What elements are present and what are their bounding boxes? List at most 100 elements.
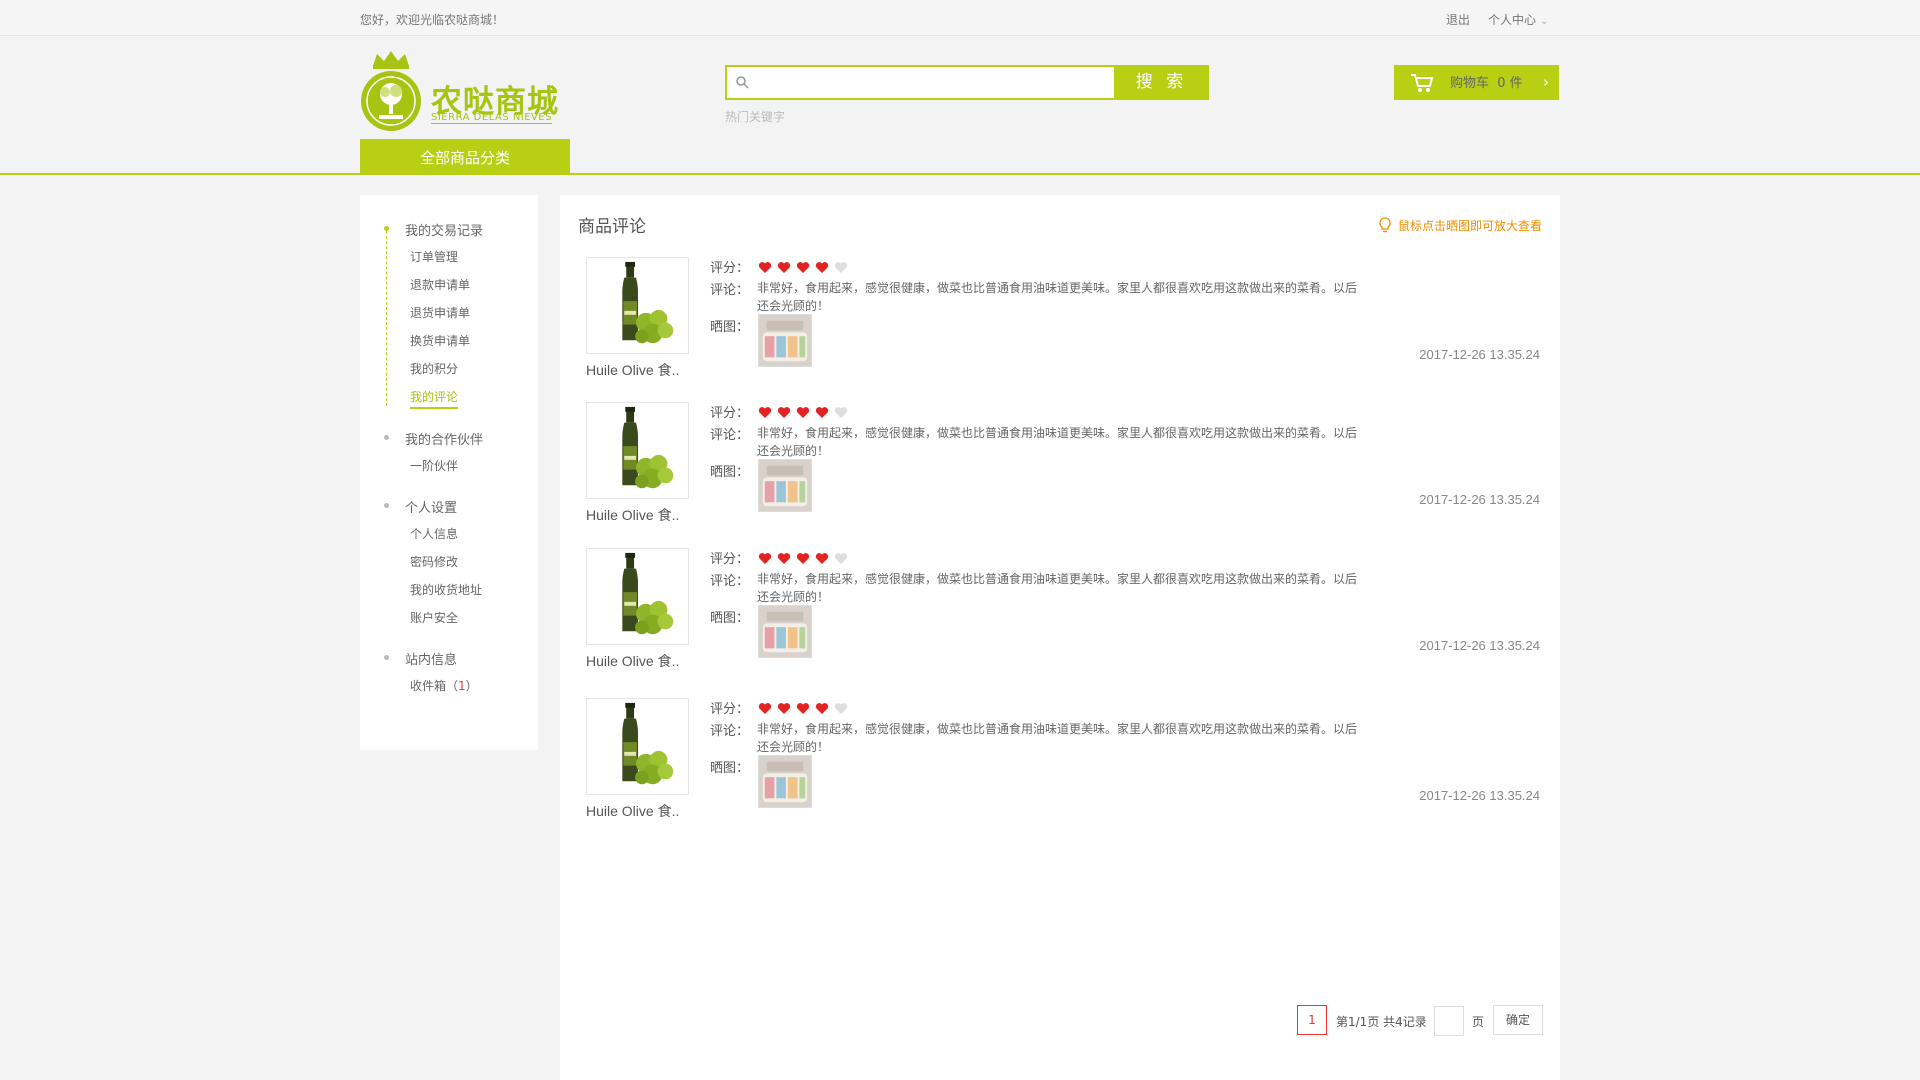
review-date: 2017-12-26 13.35.24	[1419, 492, 1540, 507]
inbox-label-end: ）	[465, 679, 478, 693]
sidebar-guide-line	[386, 231, 387, 406]
product-name[interactable]: Huile Olive 食..	[586, 801, 694, 821]
page-unit-label: 页	[1472, 1015, 1485, 1029]
search-icon	[736, 76, 749, 89]
review-item: Huile Olive 食.. 评分： 评论： 非常好，食用起来，感觉很健康，做菜也比…	[560, 257, 1560, 397]
review-photo-thumbnail[interactable]	[758, 755, 812, 808]
lightbulb-icon	[1379, 217, 1391, 233]
cart-count: 0 件	[1497, 76, 1523, 91]
review-item: Huile Olive 食.. 评分： 评论： 非常好，食用起来，感觉很健康，做菜也比…	[560, 548, 1560, 688]
photo-zoom-tip: 鼠标点击晒图即可放大查看	[1378, 217, 1542, 234]
rating-label: 评分：	[710, 406, 750, 421]
logo[interactable]: 农哒商城 SIERRA DELAS NIEVES	[359, 46, 559, 136]
heart-empty-icon	[834, 553, 848, 564]
product-name[interactable]: Huile Olive 食..	[586, 360, 694, 380]
top-bar: 您好，欢迎光临农哒商城！ 退出 个人中心 ⌄	[0, 0, 1920, 36]
heart-filled-icon	[758, 553, 772, 564]
product-image[interactable]	[586, 402, 689, 499]
search-input[interactable]	[755, 69, 1095, 96]
heart-filled-icon	[815, 553, 829, 564]
product-image[interactable]	[586, 257, 689, 354]
inbox-count-badge: 1	[458, 679, 466, 693]
chevron-down-icon: ⌄	[1540, 16, 1549, 27]
photos-label: 晒图：	[710, 320, 750, 335]
page-confirm-button[interactable]: 确定	[1493, 1005, 1543, 1035]
search-button[interactable]: 搜 索	[1114, 65, 1209, 100]
heart-filled-icon	[758, 262, 772, 273]
logout-link[interactable]: 退出	[1446, 11, 1470, 28]
review-date: 2017-12-26 13.35.24	[1419, 788, 1540, 803]
rating-stars	[758, 259, 853, 278]
sidebar-group-title: 我的合作伙伴	[405, 433, 484, 448]
heart-empty-icon	[834, 407, 848, 418]
review-photo-thumbnail[interactable]	[758, 605, 812, 658]
cart-icon	[1411, 74, 1433, 92]
hot-keywords[interactable]: 热门关键字	[725, 108, 785, 125]
personal-center-label: 个人中心	[1488, 13, 1537, 27]
sidebar-group-title: 我的交易记录	[405, 224, 484, 239]
comment-label: 评论：	[710, 724, 750, 739]
welcome-text: 您好，欢迎光临农哒商城！	[360, 13, 505, 27]
chevron-right-icon: ›	[1543, 73, 1549, 91]
heart-filled-icon	[777, 262, 791, 273]
review-photo-thumbnail[interactable]	[758, 314, 812, 367]
inbox-label: 收件箱（	[410, 679, 459, 693]
sidebar-item-returns[interactable]: 退货申请单	[410, 304, 470, 321]
comment-label: 评论：	[710, 574, 750, 589]
bullet-icon	[384, 226, 389, 231]
logo-subtitle: SIERRA DELAS NIEVES	[431, 112, 553, 124]
heart-filled-icon	[796, 553, 810, 564]
sidebar-item-exchanges[interactable]: 换货申请单	[410, 332, 470, 349]
heart-filled-icon	[777, 703, 791, 714]
search-bar: 搜 索	[725, 65, 1209, 100]
product-image[interactable]	[586, 548, 689, 645]
header: 农哒商城 SIERRA DELAS NIEVES 搜 索 热门关键字 购物车 0…	[0, 36, 1920, 175]
comment-text: 非常好，食用起来，感觉很健康，做菜也比普通食用油味道更美味。家里人都很喜欢吃用这…	[757, 281, 1358, 313]
product-name[interactable]: Huile Olive 食..	[586, 505, 694, 525]
rating-label: 评分：	[710, 702, 750, 717]
photos-label: 晒图：	[710, 465, 750, 480]
cart-button[interactable]: 购物车 0 件 ›	[1394, 65, 1559, 100]
heart-filled-icon	[777, 553, 791, 564]
review-item: Huile Olive 食.. 评分： 评论： 非常好，食用起来，感觉很健康，做菜也比…	[560, 402, 1560, 542]
cart-label-text: 购物车	[1450, 76, 1490, 91]
product-name[interactable]: Huile Olive 食..	[586, 651, 694, 671]
all-categories-button[interactable]: 全部商品分类	[360, 139, 570, 175]
heart-empty-icon	[834, 703, 848, 714]
page-title: 商品评论	[578, 217, 646, 237]
heart-filled-icon	[796, 703, 810, 714]
photos-label: 晒图：	[710, 761, 750, 776]
sidebar-item-refunds[interactable]: 退款申请单	[410, 276, 470, 293]
rating-stars	[758, 404, 853, 423]
comment-text: 非常好，食用起来，感觉很健康，做菜也比普通食用油味道更美味。家里人都很喜欢吃用这…	[757, 426, 1358, 458]
sidebar-item-addresses[interactable]: 我的收货地址	[410, 581, 482, 598]
sidebar-item-profile[interactable]: 个人信息	[410, 525, 458, 542]
bullet-icon	[384, 655, 389, 660]
heart-filled-icon	[815, 262, 829, 273]
sidebar-group-title: 站内信息	[405, 653, 458, 668]
heart-filled-icon	[796, 262, 810, 273]
personal-center-menu[interactable]: 个人中心 ⌄	[1488, 11, 1548, 28]
product-image[interactable]	[586, 698, 689, 795]
sidebar-item-password[interactable]: 密码修改	[410, 553, 458, 570]
reviews-panel: 商品评论 鼠标点击晒图即可放大查看 Huile Olive 食.. 评分： 评论： 非…	[560, 195, 1560, 1080]
sidebar-item-orders[interactable]: 订单管理	[410, 248, 458, 265]
page-number-input[interactable]	[1434, 1006, 1464, 1036]
heart-filled-icon	[758, 407, 772, 418]
pagination: 1 第1/1页 共4记录 页 确定	[560, 1005, 1560, 1037]
heart-empty-icon	[834, 262, 848, 273]
page-info: 第1/1页 共4记录	[1336, 1015, 1427, 1029]
rating-label: 评分：	[710, 261, 750, 276]
heart-filled-icon	[777, 407, 791, 418]
sidebar-group-title: 个人设置	[405, 501, 458, 516]
sidebar-item-my-reviews[interactable]: 我的评论	[410, 388, 459, 409]
page-button-current[interactable]: 1	[1297, 1005, 1327, 1035]
sidebar-item-points[interactable]: 我的积分	[410, 360, 458, 377]
comment-label: 评论：	[710, 428, 750, 443]
sidebar-item-security[interactable]: 账户安全	[410, 609, 458, 626]
review-photo-thumbnail[interactable]	[758, 459, 812, 512]
heart-filled-icon	[796, 407, 810, 418]
sidebar-item-first-tier-partner[interactable]: 一阶伙伴	[410, 457, 458, 474]
photos-label: 晒图：	[710, 611, 750, 626]
sidebar-item-inbox[interactable]: 收件箱（1）	[410, 677, 478, 694]
